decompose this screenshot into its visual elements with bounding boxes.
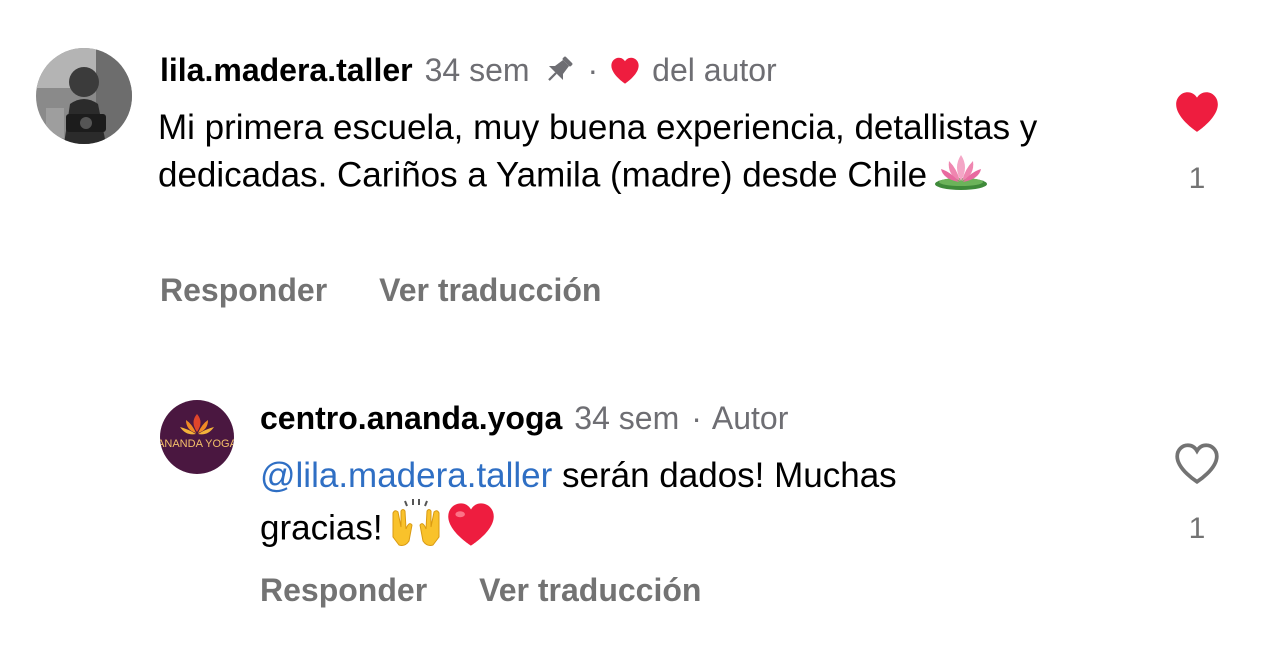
pin-icon: [542, 53, 576, 87]
comment-actions: Responder Ver traducción: [160, 272, 601, 309]
reply-text-line-2: gracias!: [260, 499, 1140, 561]
lotus-emoji-icon: [933, 151, 989, 203]
comment-timestamp: 34 sem: [424, 52, 530, 88]
reply-meta: centro.ananda.yoga 34 sem · Autor: [260, 398, 788, 438]
reply-timestamp: 34 sem: [574, 400, 680, 436]
separator-dot: ·: [587, 52, 599, 88]
comment-username[interactable]: lila.madera.taller: [160, 50, 413, 90]
avatar-centro-ananda-yoga[interactable]: ANANDA YOGA: [160, 400, 234, 474]
raising-hands-emoji-icon: [389, 499, 443, 561]
comment-text: Mi primera escuela, muy buena experienci…: [158, 104, 1138, 203]
reply-like-count: 1: [1188, 512, 1206, 545]
avatar-logo-text: ANANDA YOGA: [160, 438, 234, 450]
reply-body-line-1: serán dados! Muchas: [552, 456, 897, 495]
author-badge-label: Autor: [711, 400, 789, 436]
comment-like-button[interactable]: [1170, 86, 1224, 136]
reply-mention-link[interactable]: @lila.madera.taller: [260, 456, 552, 495]
reply-username[interactable]: centro.ananda.yoga: [260, 398, 562, 438]
heart-filled-icon: [1176, 92, 1218, 132]
comment-body: Mi primera escuela, muy buena experienci…: [158, 108, 1038, 195]
author-liked-heart-icon: [608, 55, 642, 85]
comment-like-count: 1: [1188, 162, 1206, 195]
reply-body-line-2: gracias!: [260, 508, 383, 548]
reply-reply-button[interactable]: Responder: [260, 572, 427, 609]
reply-like-button[interactable]: [1170, 438, 1224, 488]
reply-actions: Responder Ver traducción: [260, 572, 701, 609]
avatar-lila-madera-taller[interactable]: [36, 48, 132, 144]
comment-meta: lila.madera.taller 34 sem · del autor: [160, 50, 777, 90]
heart-outline-icon: [1175, 443, 1219, 484]
comment-reply-button[interactable]: Responder: [160, 272, 327, 309]
reply-text: @lila.madera.taller serán dados! Muchas …: [260, 452, 1140, 561]
reply-translate-button[interactable]: Ver traducción: [479, 572, 701, 609]
comment-translate-button[interactable]: Ver traducción: [379, 272, 601, 309]
author-liked-label: del autor: [652, 52, 777, 88]
red-heart-emoji-icon: [445, 500, 497, 560]
separator-dot: ·: [691, 400, 702, 436]
reply-text-line-1: @lila.madera.taller serán dados! Muchas: [260, 452, 1140, 499]
